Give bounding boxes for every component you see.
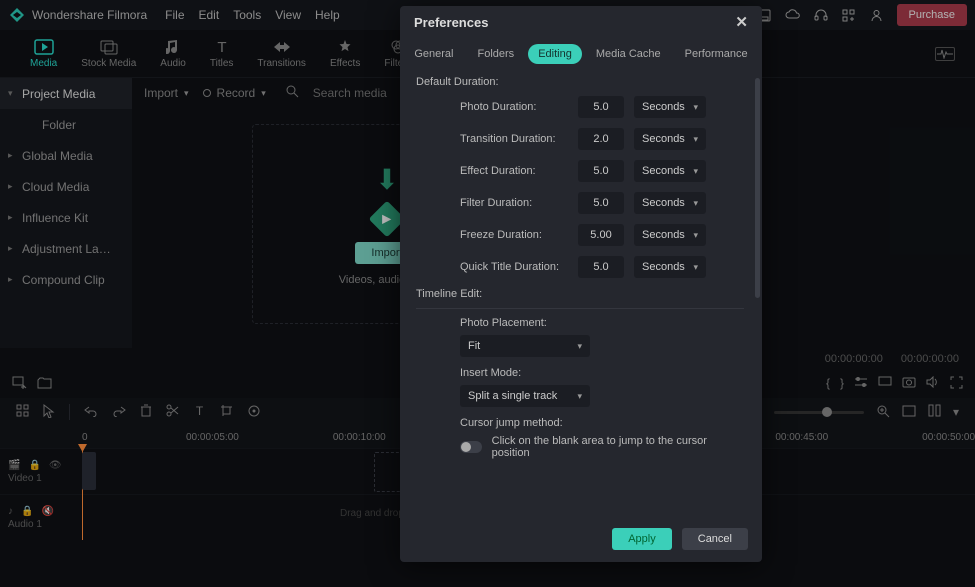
apply-button[interactable]: Apply xyxy=(612,528,672,550)
dialog-title: Preferences xyxy=(414,15,488,30)
insert-mode-select[interactable]: Split a single track ▾ xyxy=(460,385,590,407)
tab-folders[interactable]: Folders xyxy=(468,44,525,64)
select-value: Fit xyxy=(468,340,480,352)
photo-duration-unit-select[interactable]: Seconds ▾ xyxy=(634,96,706,118)
photo-duration-input[interactable] xyxy=(578,96,624,118)
freeze-duration-input[interactable] xyxy=(578,224,624,246)
select-value: Seconds xyxy=(642,133,685,145)
chevron-down-icon: ▾ xyxy=(693,166,698,177)
chevron-down-icon: ▾ xyxy=(693,230,698,241)
field-label: Cursor jump method: xyxy=(460,417,744,429)
field-label: Transition Duration: xyxy=(460,133,568,145)
quick-title-duration-unit-select[interactable]: Seconds ▾ xyxy=(634,256,706,278)
freeze-duration-unit-select[interactable]: Seconds ▾ xyxy=(634,224,706,246)
chevron-down-icon: ▾ xyxy=(693,134,698,145)
quick-title-duration-input[interactable] xyxy=(578,256,624,278)
transition-duration-unit-select[interactable]: Seconds ▾ xyxy=(634,128,706,150)
cancel-button[interactable]: Cancel xyxy=(682,528,748,550)
select-value: Split a single track xyxy=(468,390,557,402)
field-label: Insert Mode: xyxy=(460,367,744,379)
dialog-footer: Apply Cancel xyxy=(400,516,762,562)
field-effect-duration: Effect Duration: Seconds ▾ xyxy=(416,160,744,182)
effect-duration-input[interactable] xyxy=(578,160,624,182)
tab-performance[interactable]: Performance xyxy=(675,44,758,64)
chevron-down-icon: ▾ xyxy=(693,262,698,273)
scrollbar-thumb[interactable] xyxy=(755,78,760,298)
field-transition-duration: Transition Duration: Seconds ▾ xyxy=(416,128,744,150)
field-photo-placement: Photo Placement: Fit ▾ xyxy=(416,317,744,357)
filter-duration-unit-select[interactable]: Seconds ▾ xyxy=(634,192,706,214)
dialog-tabs: General Folders Editing Media Cache Perf… xyxy=(400,38,762,74)
field-label: Filter Duration: xyxy=(460,197,568,209)
chevron-down-icon: ▾ xyxy=(693,102,698,113)
field-freeze-duration: Freeze Duration: Seconds ▾ xyxy=(416,224,744,246)
field-photo-duration: Photo Duration: Seconds ▾ xyxy=(416,96,744,118)
select-value: Seconds xyxy=(642,101,685,113)
field-label: Quick Title Duration: xyxy=(460,261,568,273)
toggle-label: Click on the blank area to jump to the c… xyxy=(492,435,744,459)
tab-editing[interactable]: Editing xyxy=(528,44,582,64)
field-label: Photo Placement: xyxy=(460,317,744,329)
photo-placement-select[interactable]: Fit ▾ xyxy=(460,335,590,357)
cursor-jump-toggle[interactable] xyxy=(460,441,482,453)
select-value: Seconds xyxy=(642,165,685,177)
field-label: Freeze Duration: xyxy=(460,229,568,241)
chevron-down-icon: ▾ xyxy=(577,341,582,352)
close-icon[interactable]: ✕ xyxy=(735,13,748,31)
chevron-down-icon: ▾ xyxy=(577,391,582,402)
section-default-duration: Default Duration: xyxy=(416,76,744,88)
dialog-body: Default Duration: Photo Duration: Second… xyxy=(400,74,762,516)
select-value: Seconds xyxy=(642,197,685,209)
section-timeline-edit: Timeline Edit: xyxy=(416,288,744,300)
field-filter-duration: Filter Duration: Seconds ▾ xyxy=(416,192,744,214)
chevron-down-icon: ▾ xyxy=(693,198,698,209)
select-value: Seconds xyxy=(642,229,685,241)
effect-duration-unit-select[interactable]: Seconds ▾ xyxy=(634,160,706,182)
field-insert-mode: Insert Mode: Split a single track ▾ xyxy=(416,367,744,407)
preferences-dialog: Preferences ✕ General Folders Editing Me… xyxy=(400,6,762,562)
tab-general[interactable]: General xyxy=(404,44,463,64)
divider xyxy=(416,308,744,309)
field-cursor-jump: Cursor jump method: xyxy=(416,417,744,429)
transition-duration-input[interactable] xyxy=(578,128,624,150)
cursor-jump-toggle-row: Click on the blank area to jump to the c… xyxy=(416,435,744,459)
dialog-titlebar: Preferences ✕ xyxy=(400,6,762,38)
field-label: Effect Duration: xyxy=(460,165,568,177)
field-quick-title-duration: Quick Title Duration: Seconds ▾ xyxy=(416,256,744,278)
select-value: Seconds xyxy=(642,261,685,273)
tab-media-cache[interactable]: Media Cache xyxy=(586,44,671,64)
filter-duration-input[interactable] xyxy=(578,192,624,214)
field-label: Photo Duration: xyxy=(460,101,568,113)
